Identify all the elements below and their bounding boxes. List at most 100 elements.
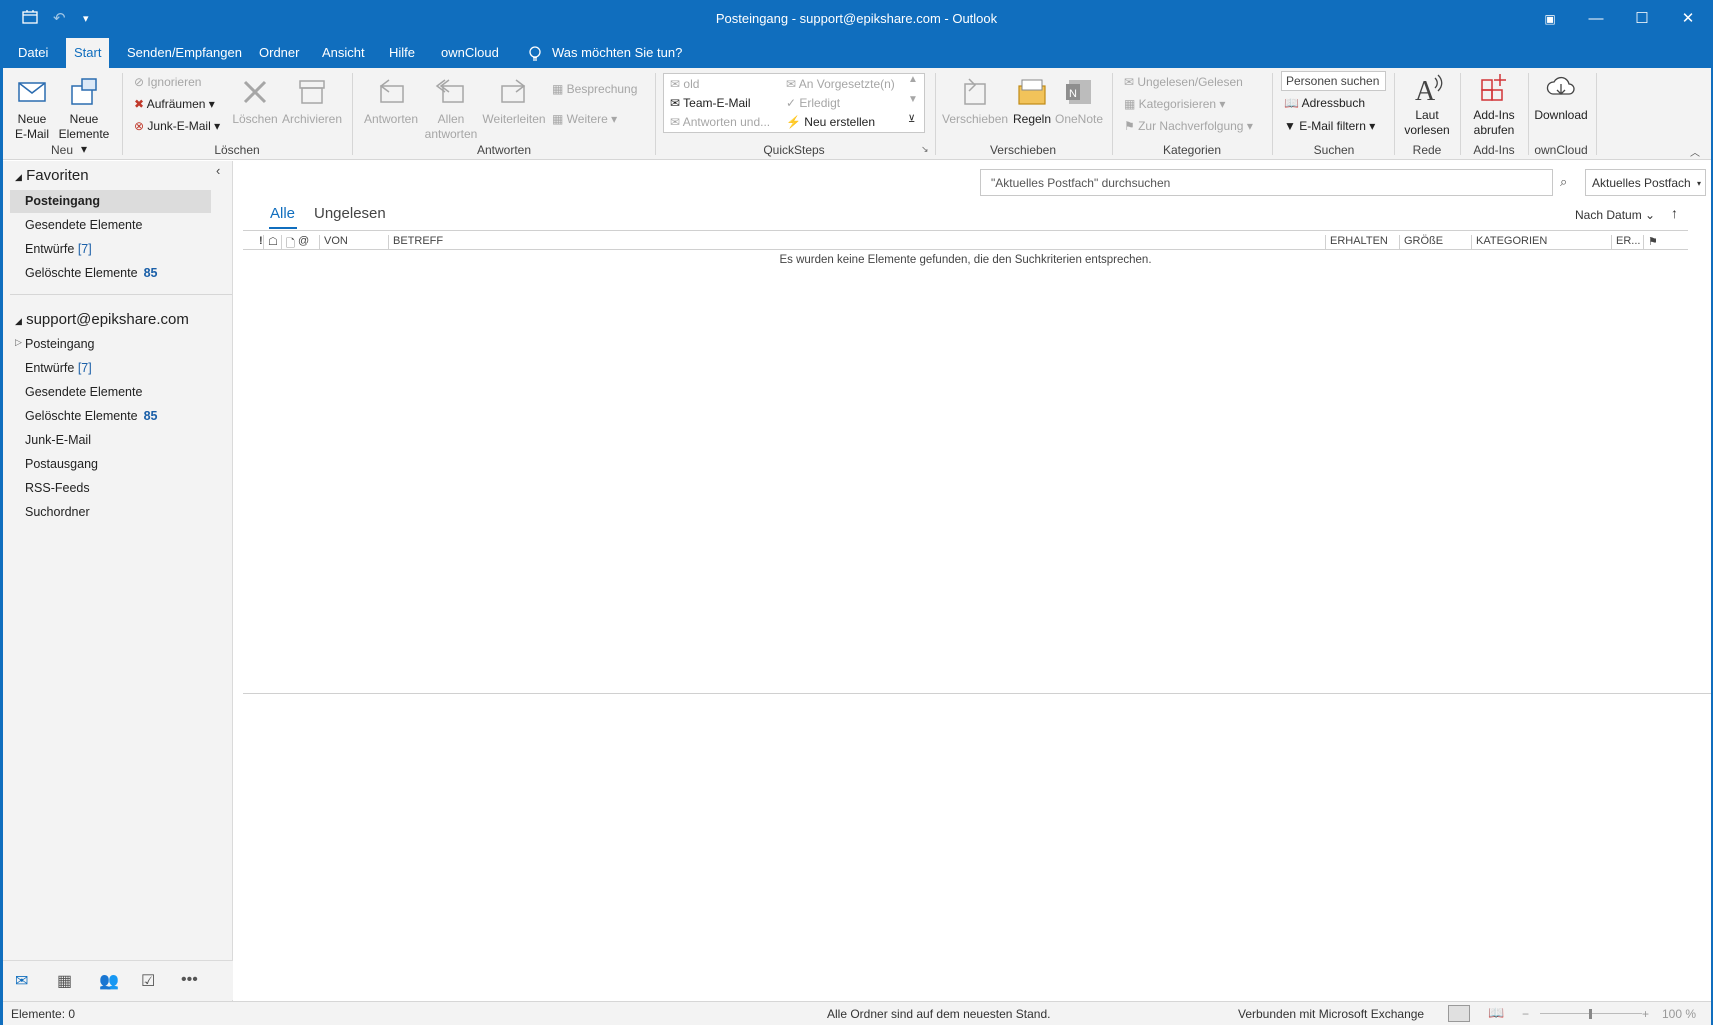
column-subject[interactable]: BETREFF	[388, 235, 443, 249]
minimize-button[interactable]: —	[1576, 6, 1616, 32]
tasks-icon[interactable]: ☑	[141, 971, 155, 991]
followup-button[interactable]: ⚑ Zur Nachverfolgung ▾	[1124, 119, 1253, 133]
quicksteps-more-icon[interactable]: ⊻	[908, 114, 915, 125]
zoom-out-icon[interactable]: −	[1522, 1007, 1529, 1021]
icon-column-icon[interactable]: 🗋	[281, 235, 295, 250]
favorite-gesendete-elemente[interactable]: Gesendete Elemente	[25, 218, 142, 232]
column-received[interactable]: ERHALTEN	[1325, 235, 1388, 249]
addressbook-button[interactable]: 📖 Adressbuch	[1284, 96, 1365, 110]
tab-alle[interactable]: Alle	[270, 205, 295, 222]
reminder-column-icon[interactable]: ☖	[263, 235, 278, 249]
folder-rss-feeds[interactable]: RSS-Feeds	[25, 481, 90, 495]
favorite-geloeschte-elemente[interactable]: Gelöschte Elemente 85	[25, 266, 157, 280]
more-replies-button[interactable]: ▦ Weitere ▾	[552, 112, 617, 126]
quicksteps-scroll-up-icon[interactable]: ▲	[908, 74, 918, 85]
ignore-button[interactable]: ⊘ Ignorieren	[134, 75, 201, 89]
folder-posteingang[interactable]: ▷ Posteingang	[15, 337, 95, 351]
delete-button[interactable]: Löschen	[232, 76, 278, 127]
tab-start[interactable]: Start	[66, 38, 110, 68]
collapse-pane-icon[interactable]: ‹	[216, 163, 220, 178]
tab-ansicht[interactable]: Ansicht	[314, 38, 373, 68]
ribbon-display-options-icon[interactable]: ▣	[1530, 6, 1570, 32]
tab-ungelesen[interactable]: Ungelesen	[314, 205, 386, 222]
folder-postausgang[interactable]: Postausgang	[25, 457, 98, 471]
collapse-ribbon-icon[interactable]: ︿	[1690, 144, 1700, 159]
mail-icon[interactable]: ✉	[15, 971, 28, 991]
reading-pane-divider[interactable]	[243, 693, 1713, 694]
account-header[interactable]: ◢ support@epikshare.com	[15, 311, 189, 328]
quicksteps-dialog-launcher-icon[interactable]: ↘	[921, 144, 929, 155]
quickstep-done[interactable]: ✓ Erledigt	[786, 96, 840, 110]
reply-all-button[interactable]: Allen antworten	[424, 76, 478, 142]
read-aloud-button[interactable]: A Laut vorlesen	[1400, 72, 1454, 138]
folder-geloeschte-elemente[interactable]: Gelöschte Elemente 85	[25, 409, 157, 423]
folder-entwuerfe[interactable]: Entwürfe [7]	[25, 361, 92, 375]
people-icon[interactable]: 👥	[99, 971, 119, 991]
quickstep-team-email[interactable]: ✉ Team-E-Mail	[670, 96, 751, 110]
tab-datei[interactable]: Datei	[10, 38, 56, 68]
maximize-button[interactable]: ☐	[1622, 6, 1662, 32]
normal-view-icon[interactable]	[1448, 1005, 1470, 1022]
quicksteps-scroll-down-icon[interactable]: ▼	[908, 94, 918, 105]
junk-icon: ⊗	[134, 119, 145, 133]
tab-senden-empfangen[interactable]: Senden/Empfangen	[119, 38, 250, 68]
window-frame-left	[0, 38, 3, 1025]
favorite-entwuerfe[interactable]: Entwürfe [7]	[25, 242, 92, 256]
tell-me-input[interactable]: Was möchten Sie tun?	[544, 38, 690, 68]
get-addins-button[interactable]: Add-Ins abrufen	[1464, 72, 1524, 138]
folder-gesendete-elemente[interactable]: Gesendete Elemente	[25, 385, 142, 399]
flag-column-icon[interactable]: ⚑	[1643, 235, 1658, 249]
favorite-posteingang[interactable]: Posteingang	[10, 190, 211, 213]
search-scope-dropdown[interactable]: Aktuelles Postfach ▾	[1585, 169, 1706, 196]
favorites-header[interactable]: ◢ Favoriten	[15, 167, 89, 184]
forward-button[interactable]: Weiterleiten	[480, 76, 548, 127]
move-button[interactable]: Verschieben	[942, 76, 1008, 127]
column-from[interactable]: VON	[319, 235, 348, 249]
tab-ordner[interactable]: Ordner	[251, 38, 307, 68]
unread-read-button[interactable]: ✉ Ungelesen/Gelesen	[1124, 75, 1243, 89]
collapsed-triangle-icon[interactable]: ▷	[15, 337, 22, 348]
sort-by-dropdown[interactable]: Nach Datum ⌄	[1575, 208, 1655, 222]
meeting-button[interactable]: ▦ Besprechung	[552, 82, 637, 96]
search-input[interactable]: "Aktuelles Postfach" durchsuchen	[980, 169, 1553, 196]
quickstep-to-manager[interactable]: ✉ An Vorgesetzte(n)	[786, 77, 895, 91]
count-badge: [7]	[77, 361, 92, 375]
search-icon[interactable]: ⌕	[1560, 174, 1567, 190]
onenote-button[interactable]: N OneNote	[1054, 76, 1104, 127]
cleanup-button[interactable]: ✖ Aufräumen ▾	[134, 97, 215, 111]
owncloud-download-button[interactable]: Download	[1530, 72, 1592, 123]
group-label-neu: Neu	[50, 143, 73, 157]
sort-direction-icon[interactable]: ↑	[1671, 205, 1678, 221]
folder-suchordner[interactable]: Suchordner	[25, 505, 90, 519]
more-modules-icon[interactable]: •••	[181, 971, 198, 989]
column-categories[interactable]: KATEGORIEN	[1471, 235, 1547, 249]
tab-hilfe[interactable]: Hilfe	[381, 38, 423, 68]
reply-button[interactable]: Antworten	[360, 76, 422, 127]
attachment-column-icon[interactable]: @	[294, 235, 309, 249]
quickstep-reply-delete[interactable]: ✉ Antworten und...	[670, 115, 770, 129]
quicksteps-gallery: ✉ old ✉ Team-E-Mail ✉ Antworten und... ✉…	[663, 73, 925, 133]
importance-column-icon[interactable]: !	[255, 235, 263, 249]
rules-button[interactable]: Regeln	[1010, 76, 1054, 127]
column-size[interactable]: GRÖßE	[1399, 235, 1443, 249]
title-bar: ↶ ▾ Posteingang - support@epikshare.com …	[0, 0, 1713, 38]
quickstep-old[interactable]: ✉ old	[670, 77, 699, 91]
categorize-button[interactable]: ▦ Kategorisieren ▾	[1124, 97, 1225, 111]
count-badge: 85	[143, 409, 158, 423]
search-people-input[interactable]: Personen suchen	[1281, 71, 1386, 91]
zoom-slider-thumb[interactable]	[1589, 1009, 1592, 1019]
new-email-button[interactable]: Neue E-Mail	[10, 76, 54, 142]
column-er[interactable]: ER...	[1611, 235, 1640, 249]
junk-button[interactable]: ⊗ Junk-E-Mail ▾	[134, 119, 220, 133]
filter-email-button[interactable]: ▼ E-Mail filtern ▾	[1284, 119, 1375, 133]
zoom-in-icon[interactable]: +	[1642, 1007, 1649, 1021]
reading-view-icon[interactable]: 📖	[1488, 1005, 1504, 1021]
quickstep-create-new[interactable]: ⚡ Neu erstellen	[786, 115, 875, 129]
folder-junk-email[interactable]: Junk-E-Mail	[25, 433, 91, 447]
close-button[interactable]: ✕	[1668, 6, 1708, 32]
calendar-icon[interactable]: ▦	[57, 971, 72, 991]
zoom-level[interactable]: 100 %	[1662, 1007, 1696, 1021]
folder-pane: ‹ ◢ Favoriten Posteingang Gesendete Elem…	[3, 161, 233, 1001]
tab-owncloud[interactable]: ownCloud	[433, 38, 507, 68]
archive-button[interactable]: Archivieren	[280, 76, 344, 127]
